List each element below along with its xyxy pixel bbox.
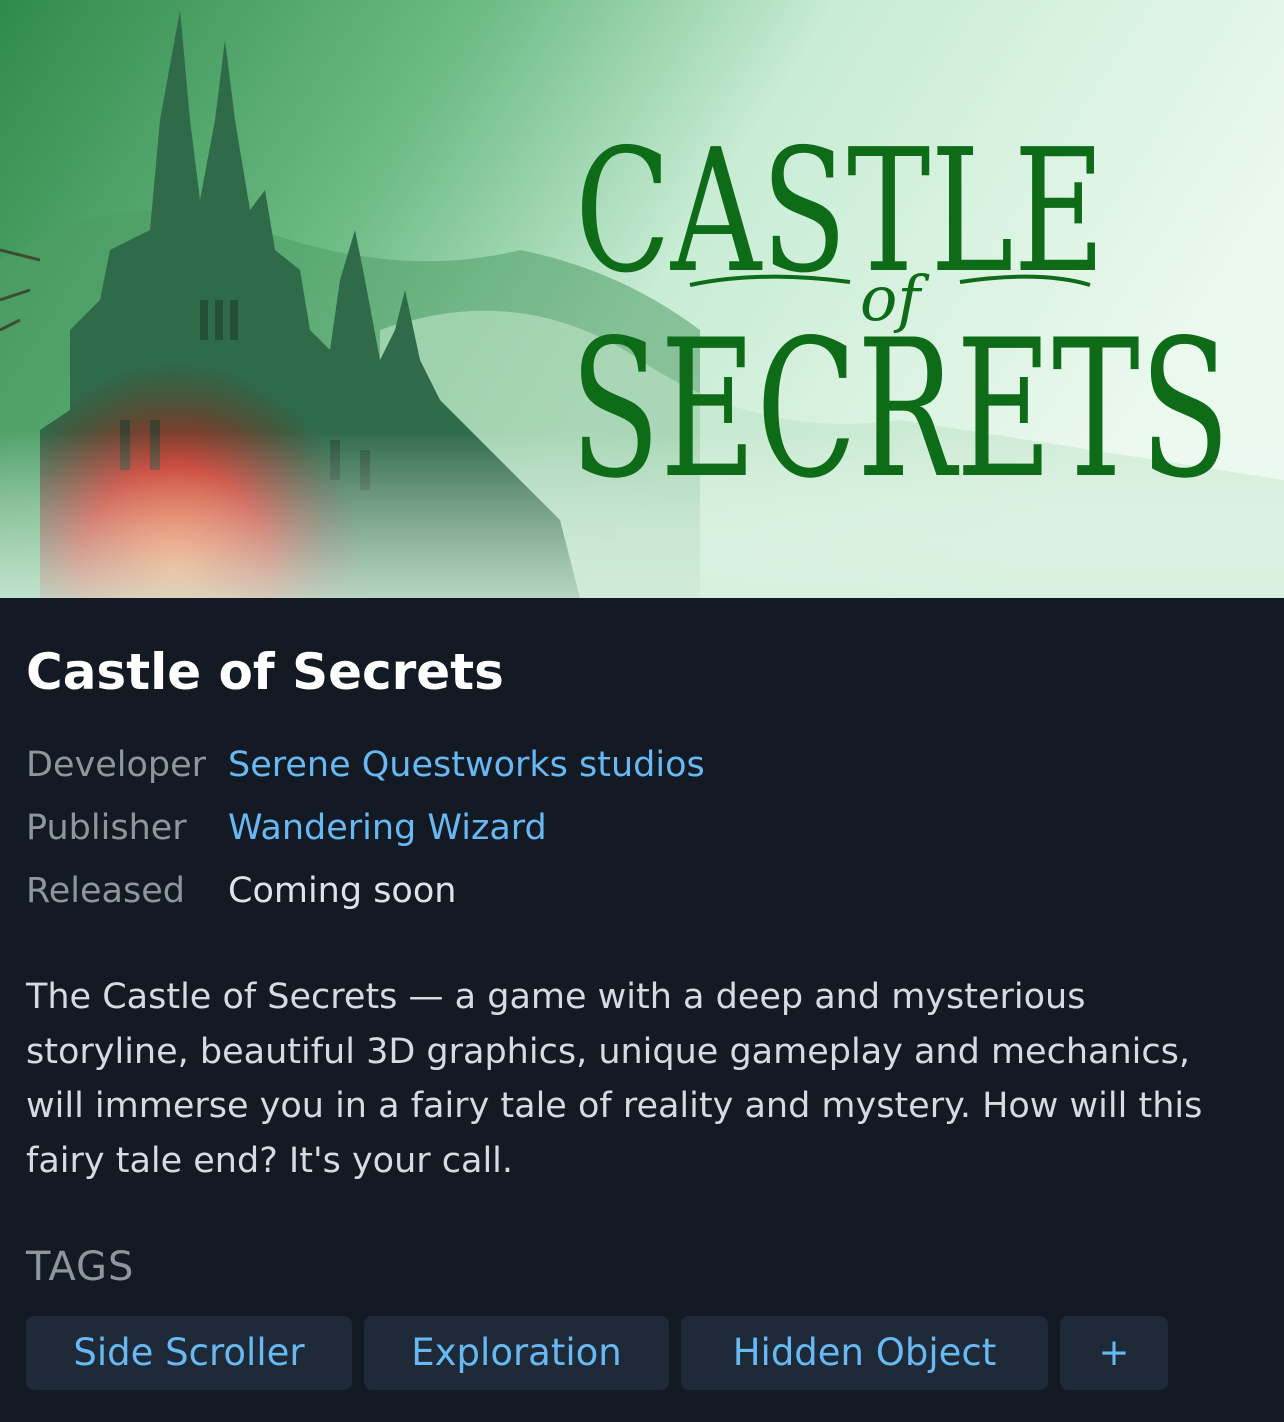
game-description: The Castle of Secrets — a game with a de…: [26, 977, 1203, 1181]
logo-word-secrets: SECRETS: [570, 299, 1230, 520]
header-image: CASTLE of SECRETS: [0, 0, 1284, 598]
game-title: Castle of Secrets: [26, 643, 504, 701]
banner-art: CASTLE of SECRETS: [0, 0, 1284, 598]
released-label: Released: [26, 871, 185, 911]
publisher-link[interactable]: Wandering Wizard: [228, 803, 547, 853]
developer-link[interactable]: Serene Questworks studios: [228, 740, 705, 790]
more-tags-button[interactable]: +: [1060, 1316, 1168, 1390]
tag-exploration[interactable]: Exploration: [364, 1316, 669, 1390]
tag-hidden-object[interactable]: Hidden Object: [681, 1316, 1048, 1390]
developer-label: Developer: [26, 745, 207, 785]
tag-side-scroller[interactable]: Side Scroller: [26, 1316, 352, 1390]
publisher-label: Publisher: [26, 808, 187, 848]
release-date: Coming soon: [228, 871, 457, 911]
tags-heading: TAGS: [26, 1244, 135, 1290]
